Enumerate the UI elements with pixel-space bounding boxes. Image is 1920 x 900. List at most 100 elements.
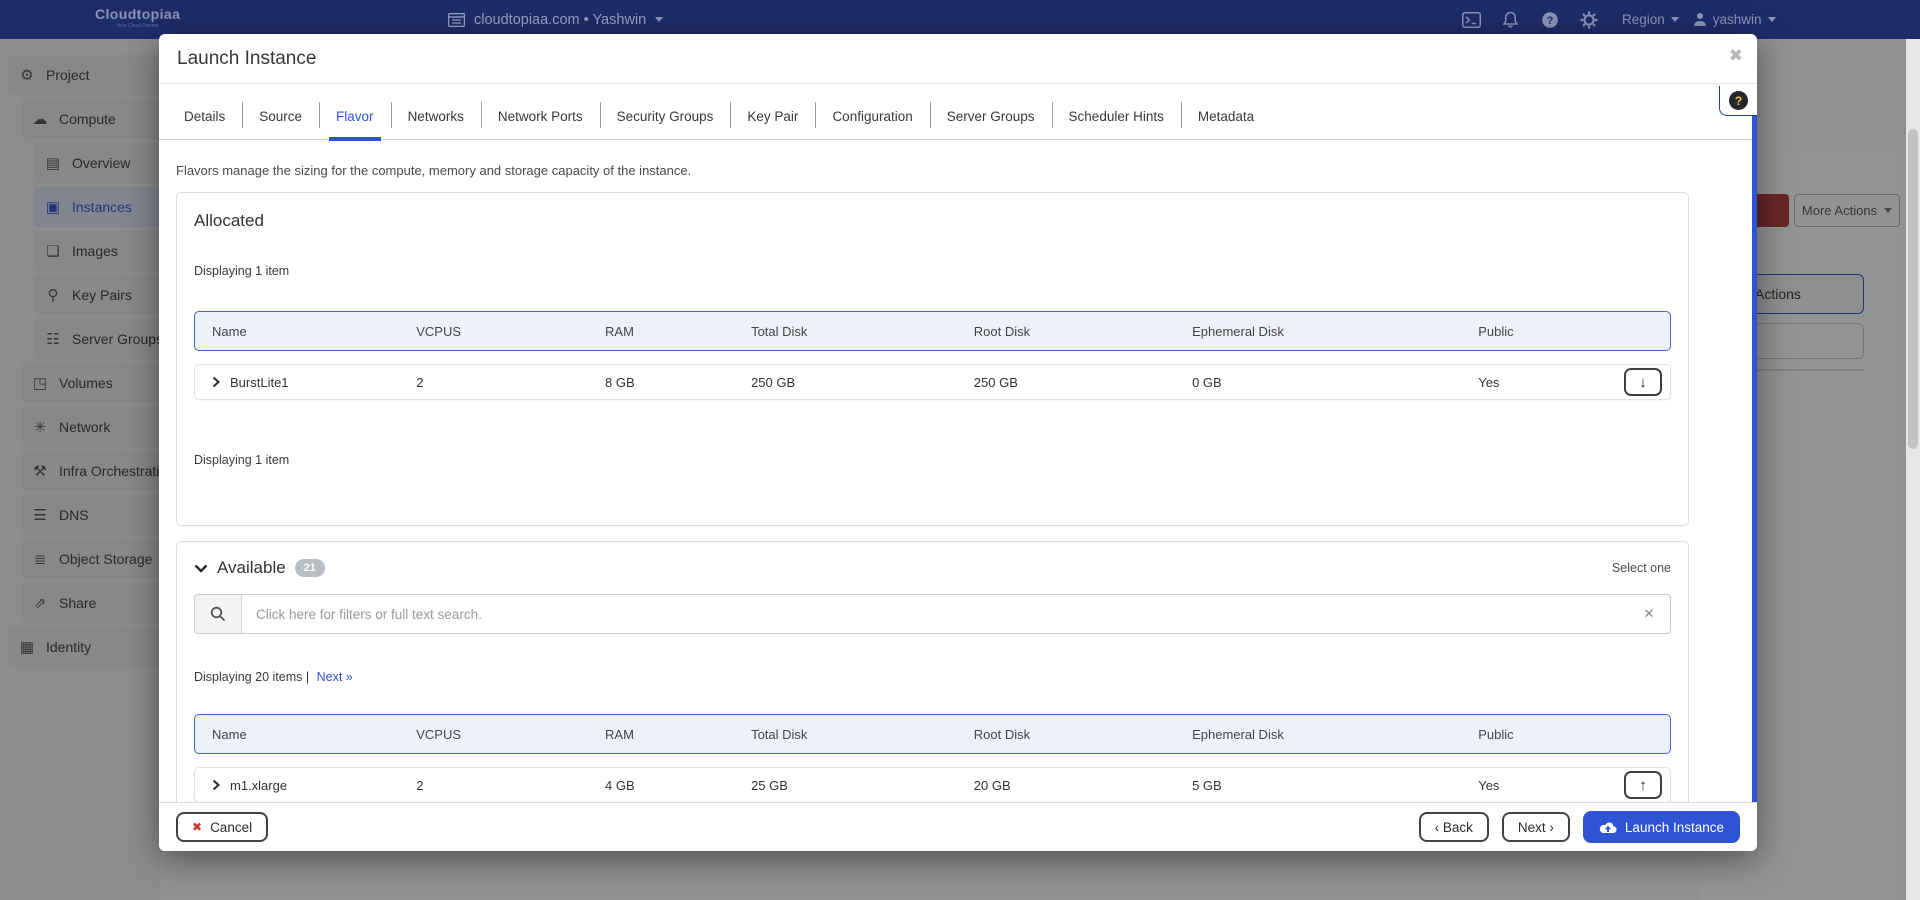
filter-search-input[interactable] bbox=[242, 595, 1628, 633]
cell-vcpus: 2 bbox=[416, 778, 605, 793]
next-label: Next › bbox=[1518, 820, 1554, 835]
available-count-badge: 21 bbox=[295, 559, 325, 577]
modal-title: Launch Instance bbox=[177, 48, 316, 70]
user-menu[interactable]: yashwin bbox=[1693, 12, 1776, 27]
wizard-accent-strip bbox=[1752, 86, 1757, 802]
column-header-public: Public bbox=[1478, 727, 1603, 742]
tab-configuration[interactable]: Configuration bbox=[815, 109, 929, 139]
flavor-name: m1.xlarge bbox=[230, 778, 287, 793]
tab-key-pair[interactable]: Key Pair bbox=[730, 109, 815, 139]
column-header-name: Name bbox=[195, 324, 416, 339]
brand-tagline: Your Cloud Partner bbox=[95, 23, 180, 29]
expand-chevron-icon[interactable] bbox=[212, 779, 220, 791]
cell-total-disk: 250 GB bbox=[751, 375, 974, 390]
back-button[interactable]: ‹ Back bbox=[1419, 812, 1489, 842]
tab-metadata[interactable]: Metadata bbox=[1181, 109, 1271, 139]
region-label: Region bbox=[1622, 12, 1665, 27]
cell-ram: 4 GB bbox=[605, 778, 751, 793]
column-header-name: Name bbox=[195, 727, 416, 742]
launch-instance-button[interactable]: Launch Instance bbox=[1583, 811, 1740, 843]
cell-ephemeral-disk: 0 GB bbox=[1192, 375, 1478, 390]
tab-details[interactable]: Details bbox=[167, 109, 242, 139]
region-selector[interactable]: Region bbox=[1622, 12, 1679, 27]
chevron-down-icon bbox=[1671, 17, 1679, 22]
column-header-total-disk: Total Disk bbox=[751, 324, 974, 339]
back-label: ‹ Back bbox=[1435, 820, 1473, 835]
wizard-tabs: DetailsSourceFlavorNetworksNetwork Ports… bbox=[159, 84, 1757, 140]
allocate-arrow-up-button[interactable]: ↑ bbox=[1624, 771, 1662, 799]
allocated-table-rows: BurstLite128 GB250 GB250 GB0 GBYes↓ bbox=[194, 364, 1671, 400]
window-icon bbox=[448, 13, 465, 27]
tab-network-ports[interactable]: Network Ports bbox=[481, 109, 600, 139]
allocated-count-top: Displaying 1 item bbox=[194, 264, 1671, 278]
flavor-row-burstlite1: BurstLite128 GB250 GB250 GB0 GBYes↓ bbox=[194, 364, 1671, 400]
wizard-help-button[interactable]: ? bbox=[1719, 86, 1757, 116]
column-header-root-disk: Root Disk bbox=[974, 727, 1192, 742]
clear-filter-icon[interactable]: ✕ bbox=[1628, 595, 1670, 633]
help-icon: ? bbox=[1729, 91, 1748, 110]
allocated-section: Allocated Displaying 1 item NameVCPUSRAM… bbox=[176, 192, 1689, 526]
close-icon[interactable]: ✖ bbox=[1729, 46, 1743, 66]
collapse-chevron-icon[interactable] bbox=[194, 564, 208, 573]
column-header-ram: RAM bbox=[605, 727, 751, 742]
filter-search-bar: ✕ bbox=[194, 594, 1671, 634]
cell-ram: 8 GB bbox=[605, 375, 751, 390]
tab-networks[interactable]: Networks bbox=[391, 109, 481, 139]
cell-public: Yes bbox=[1478, 375, 1603, 390]
modal-footer: ✖ Cancel ‹ Back Next › Launch Instance bbox=[159, 802, 1757, 851]
flavor-description: Flavors manage the sizing for the comput… bbox=[176, 163, 1757, 178]
tab-server-groups[interactable]: Server Groups bbox=[930, 109, 1052, 139]
brand-logo[interactable]: Cloudtopiaa Your Cloud Partner bbox=[95, 6, 180, 29]
flavor-row-m1-xlarge: m1.xlarge24 GB25 GB20 GB5 GBYes↑ bbox=[194, 767, 1671, 802]
available-section: Available 21 Select one ✕ bbox=[176, 541, 1689, 802]
available-header: Available 21 Select one bbox=[194, 558, 1671, 578]
select-one-hint: Select one bbox=[1612, 561, 1671, 575]
chevron-down-icon bbox=[655, 17, 663, 22]
flavor-name-cell: m1.xlarge bbox=[195, 778, 416, 793]
cell-vcpus: 2 bbox=[416, 375, 605, 390]
allocated-title: Allocated bbox=[194, 211, 1671, 231]
paging-text: Displaying 20 items | bbox=[194, 670, 309, 684]
chevron-down-icon bbox=[1768, 17, 1776, 22]
modal-header: Launch Instance ✖ bbox=[159, 34, 1757, 84]
scrollbar-thumb[interactable] bbox=[1908, 129, 1918, 449]
expand-chevron-icon[interactable] bbox=[212, 376, 220, 388]
available-table-header: NameVCPUSRAMTotal DiskRoot DiskEphemeral… bbox=[194, 714, 1671, 754]
column-header-public: Public bbox=[1478, 324, 1603, 339]
tab-flavor[interactable]: Flavor bbox=[319, 109, 391, 139]
column-header-ephemeral-disk: Ephemeral Disk bbox=[1192, 324, 1478, 339]
cancel-button[interactable]: ✖ Cancel bbox=[176, 812, 268, 842]
next-button[interactable]: Next › bbox=[1502, 812, 1570, 842]
column-header-total-disk: Total Disk bbox=[751, 727, 974, 742]
cell-ephemeral-disk: 5 GB bbox=[1192, 778, 1478, 793]
cancel-label: Cancel bbox=[210, 820, 252, 835]
deallocate-arrow-down-button[interactable]: ↓ bbox=[1624, 368, 1662, 396]
cell-root-disk: 20 GB bbox=[974, 778, 1192, 793]
available-title: Available bbox=[217, 558, 286, 578]
modal-body: Flavors manage the sizing for the comput… bbox=[159, 141, 1757, 802]
tab-source[interactable]: Source bbox=[242, 109, 319, 139]
cloud-upload-icon bbox=[1599, 821, 1617, 834]
column-header-ephemeral-disk: Ephemeral Disk bbox=[1192, 727, 1478, 742]
search-icon[interactable] bbox=[195, 595, 242, 633]
svg-text:?: ? bbox=[1546, 15, 1553, 27]
screen: ⚙Project☁Compute▤Overview▣Instances❏Imag… bbox=[0, 0, 1920, 900]
allocated-count-bottom: Displaying 1 item bbox=[194, 453, 1671, 467]
cell-root-disk: 250 GB bbox=[974, 375, 1192, 390]
tab-security-groups[interactable]: Security Groups bbox=[600, 109, 731, 139]
column-header-vcpus: VCPUS bbox=[416, 727, 605, 742]
next-page-link[interactable]: Next » bbox=[317, 670, 353, 684]
username-label: yashwin bbox=[1713, 12, 1762, 27]
flavor-name: BurstLite1 bbox=[230, 375, 289, 390]
page-scrollbar[interactable] bbox=[1906, 39, 1920, 900]
project-selector-label: cloudtopiaa.com • Yashwin bbox=[474, 12, 646, 28]
allocated-table-header: NameVCPUSRAMTotal DiskRoot DiskEphemeral… bbox=[194, 311, 1671, 351]
flavor-name-cell: BurstLite1 bbox=[195, 375, 416, 390]
available-table-rows: m1.xlarge24 GB25 GB20 GB5 GBYes↑ bbox=[194, 767, 1671, 802]
cell-total-disk: 25 GB bbox=[751, 778, 974, 793]
cancel-x-icon: ✖ bbox=[192, 820, 202, 834]
column-header-ram: RAM bbox=[605, 324, 751, 339]
tab-scheduler-hints[interactable]: Scheduler Hints bbox=[1052, 109, 1181, 139]
column-header-root-disk: Root Disk bbox=[974, 324, 1192, 339]
column-header-vcpus: VCPUS bbox=[416, 324, 605, 339]
